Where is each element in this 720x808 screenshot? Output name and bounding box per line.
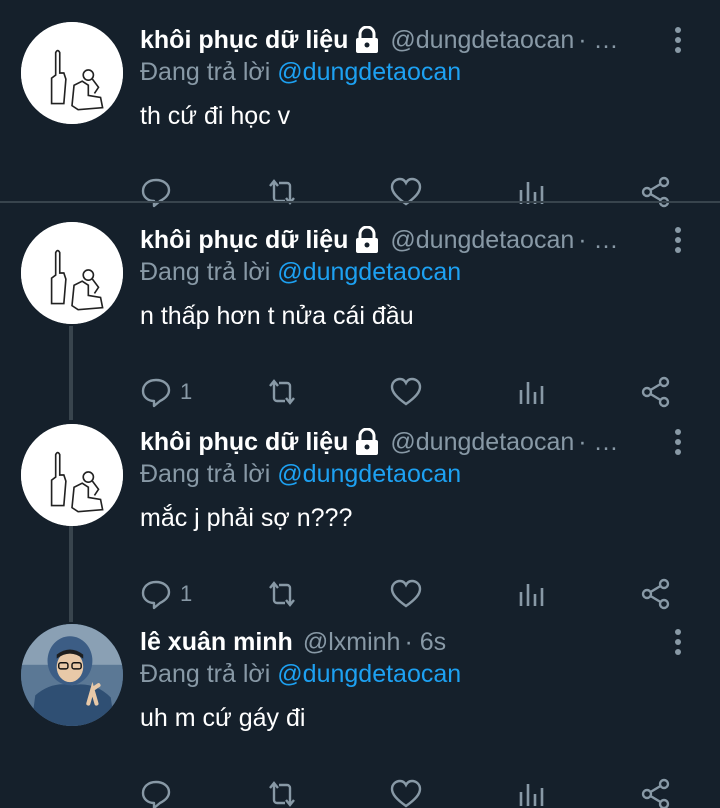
reply-prefix: Đang trả lời [140, 660, 271, 688]
retweet-icon [269, 379, 295, 405]
retweet-icon [269, 781, 295, 807]
tweet-actions: 1 [0, 372, 720, 412]
like-button[interactable] [390, 372, 422, 412]
reply-icon [141, 378, 171, 408]
reply-count: 1 [180, 379, 193, 404]
tweet-header: khôi phục dữ liệu @dungdetaocan · … [140, 424, 660, 460]
like-icon [390, 779, 422, 808]
like-icon [390, 579, 422, 608]
more-icon[interactable] [664, 222, 692, 258]
handle[interactable]: @dungdetaocan [390, 428, 574, 457]
timestamp[interactable]: · … [578, 26, 618, 55]
avatar[interactable] [21, 624, 123, 726]
reply-to-link[interactable]: @dungdetaocan [277, 460, 461, 488]
tweet-header: khôi phục dữ liệu @dungdetaocan · … [140, 222, 660, 258]
like-button[interactable] [390, 774, 422, 808]
share-icon [641, 176, 670, 208]
reply-context: Đang trả lời @dungdetaocan [140, 58, 461, 92]
retweet-icon [269, 179, 295, 205]
reply-count: 1 [180, 581, 193, 606]
tweet-header: khôi phục dữ liệu @dungdetaocan · … [140, 22, 660, 58]
lock-icon [354, 428, 380, 456]
tweet-actions [0, 172, 720, 212]
timestamp[interactable]: · … [578, 226, 618, 255]
handle[interactable]: @lxminh [303, 628, 401, 657]
reply-icon [141, 780, 171, 808]
drawing-avatar-icon [21, 222, 123, 324]
reply-button[interactable] [140, 172, 180, 212]
reply-to-link[interactable]: @dungdetaocan [277, 58, 461, 86]
analytics-button[interactable] [516, 574, 548, 614]
like-button[interactable] [390, 574, 422, 614]
analytics-icon [519, 584, 544, 606]
reply-context: Đang trả lời @dungdetaocan [140, 258, 461, 292]
tweet-divider [0, 201, 720, 203]
reply-context: Đang trả lời @dungdetaocan [140, 460, 461, 494]
handle[interactable]: @dungdetaocan [390, 226, 574, 255]
display-name[interactable]: khôi phục dữ liệu [140, 226, 348, 255]
more-icon[interactable] [664, 424, 692, 460]
avatar[interactable] [21, 22, 123, 124]
reply-icon [141, 580, 171, 610]
display-name[interactable]: khôi phục dữ liệu [140, 26, 348, 55]
tweet-text: th cứ đi học v [140, 102, 291, 130]
timestamp[interactable]: · … [578, 428, 618, 457]
drawing-avatar-icon [21, 424, 123, 526]
share-button[interactable] [640, 372, 672, 412]
share-icon [641, 578, 670, 610]
avatar[interactable] [21, 424, 123, 526]
display-name[interactable]: lê xuân minh [140, 628, 293, 657]
analytics-button[interactable] [516, 172, 548, 212]
share-icon [641, 376, 670, 408]
share-button[interactable] [640, 172, 672, 212]
like-icon [390, 177, 422, 206]
share-button[interactable] [640, 774, 672, 808]
share-icon [641, 778, 670, 808]
analytics-icon [519, 182, 544, 204]
reply-context: Đang trả lời @dungdetaocan [140, 660, 461, 694]
handle[interactable]: @dungdetaocan [390, 26, 574, 55]
retweet-button[interactable] [266, 172, 298, 212]
reply-to-link[interactable]: @dungdetaocan [277, 660, 461, 688]
tweet-actions: 1 [0, 574, 720, 614]
timeline: khôi phục dữ liệu @dungdetaocan · … Đang… [0, 0, 720, 808]
more-icon[interactable] [664, 624, 692, 660]
reply-prefix: Đang trả lời [140, 258, 271, 286]
tweet-text: mắc j phải sợ n??? [140, 504, 353, 532]
lock-icon [354, 226, 380, 254]
reply-prefix: Đang trả lời [140, 58, 271, 86]
more-icon[interactable] [664, 22, 692, 58]
like-button[interactable] [390, 172, 422, 212]
retweet-button[interactable] [266, 574, 298, 614]
avatar[interactable] [21, 222, 123, 324]
analytics-button[interactable] [516, 774, 548, 808]
tweet-actions [0, 774, 720, 808]
reply-button[interactable] [140, 774, 180, 808]
like-icon [390, 377, 422, 406]
tweet-text: uh m cứ gáy đi [140, 704, 306, 732]
retweet-button[interactable] [266, 372, 298, 412]
reply-prefix: Đang trả lời [140, 460, 271, 488]
tweet-text: n thấp hơn t nửa cái đầu [140, 302, 414, 330]
retweet-button[interactable] [266, 774, 298, 808]
drawing-avatar-icon [21, 22, 123, 124]
reply-button[interactable]: 1 [140, 574, 192, 614]
photo-avatar-icon [21, 624, 123, 726]
timestamp[interactable]: · 6s [404, 628, 446, 657]
reply-to-link[interactable]: @dungdetaocan [277, 258, 461, 286]
lock-icon [354, 26, 380, 54]
reply-button[interactable]: 1 [140, 372, 192, 412]
tweet-header: lê xuân minh @lxminh · 6s [140, 624, 660, 660]
analytics-icon [519, 784, 544, 806]
analytics-button[interactable] [516, 372, 548, 412]
display-name[interactable]: khôi phục dữ liệu [140, 428, 348, 457]
share-button[interactable] [640, 574, 672, 614]
retweet-icon [269, 581, 295, 607]
reply-icon [141, 178, 171, 208]
analytics-icon [519, 382, 544, 404]
